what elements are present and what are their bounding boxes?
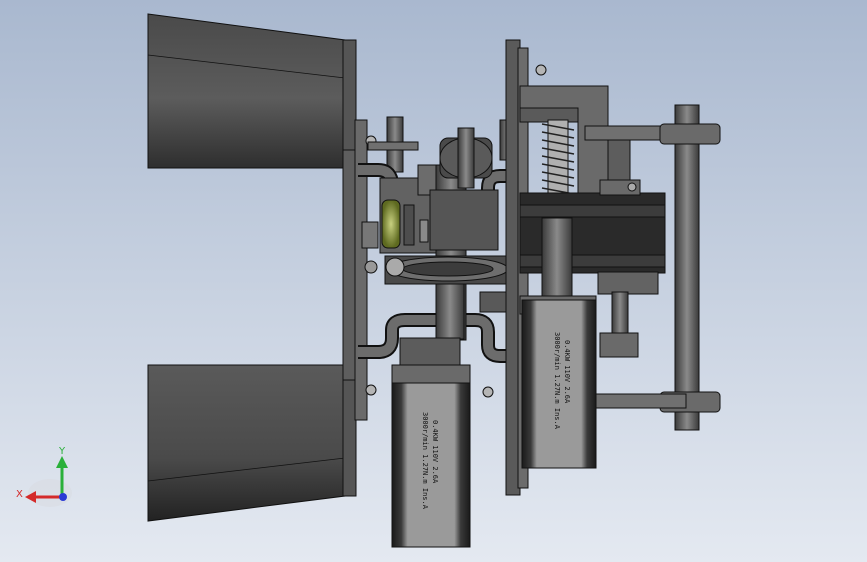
right-motor-label-2: 3000r/min 1.27N.m Ins.A [553,332,561,430]
bolt-head [365,384,377,396]
cad-viewport[interactable]: 0.4KW 110V 2.6A 3000r/min 1.27N.m Ins.A [0,0,867,562]
left-motor: 0.4KW 110V 2.6A 3000r/min 1.27N.m Ins.A [391,337,471,548]
right-motor-label-1: 0.4KW 110V 2.6A [563,340,571,404]
sheave-wheel [384,255,516,285]
hinge-pin [385,257,405,277]
lower-horn [147,364,357,522]
bolt-head [482,386,494,398]
bearing [381,199,401,249]
bolt-head [535,64,547,76]
left-motor-label-1: 0.4KW 110V 2.6A [431,420,439,484]
upper-horn [147,13,357,169]
left-motor-label-2: 3000r/min 1.27N.m Ins.A [421,412,429,510]
pivot-pin [364,260,378,274]
x-axis-label: X [16,489,23,500]
z-axis-dot [59,493,67,501]
y-axis-label: Y [58,446,66,457]
assembly-drawing: 0.4KW 110V 2.6A 3000r/min 1.27N.m Ins.A [0,0,867,562]
